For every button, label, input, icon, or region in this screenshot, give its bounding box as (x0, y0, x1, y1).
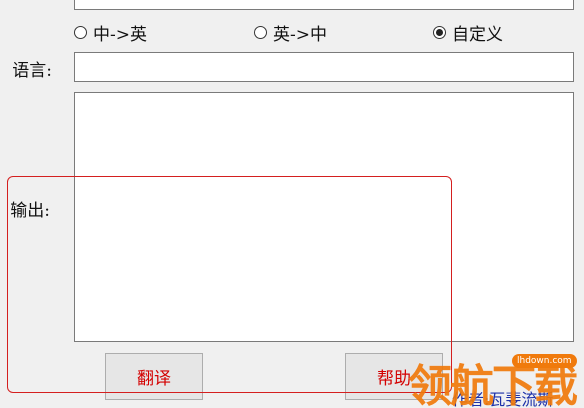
radio-custom[interactable]: 自定义 (433, 21, 503, 45)
translate-button[interactable]: 翻译 (105, 353, 203, 400)
watermark-logo: 领航下载 lhdown.com (408, 340, 584, 408)
radio-label: 英->中 (273, 24, 327, 45)
output-textarea[interactable] (74, 92, 574, 342)
language-input[interactable] (74, 52, 574, 82)
radio-en-to-zh[interactable]: 英->中 (254, 21, 327, 45)
language-label: 语言: (12, 61, 52, 81)
radio-dot-checked (433, 25, 446, 39)
radio-zh-to-en[interactable]: 中->英 (74, 21, 147, 45)
output-label: 输出: (10, 201, 50, 221)
radio-dot (74, 25, 87, 39)
radio-label: 中->英 (93, 24, 147, 45)
watermark-url: lhdown.com (512, 354, 577, 368)
top-input[interactable] (74, 0, 574, 10)
radio-label: 自定义 (452, 24, 503, 45)
radio-dot (254, 25, 267, 39)
